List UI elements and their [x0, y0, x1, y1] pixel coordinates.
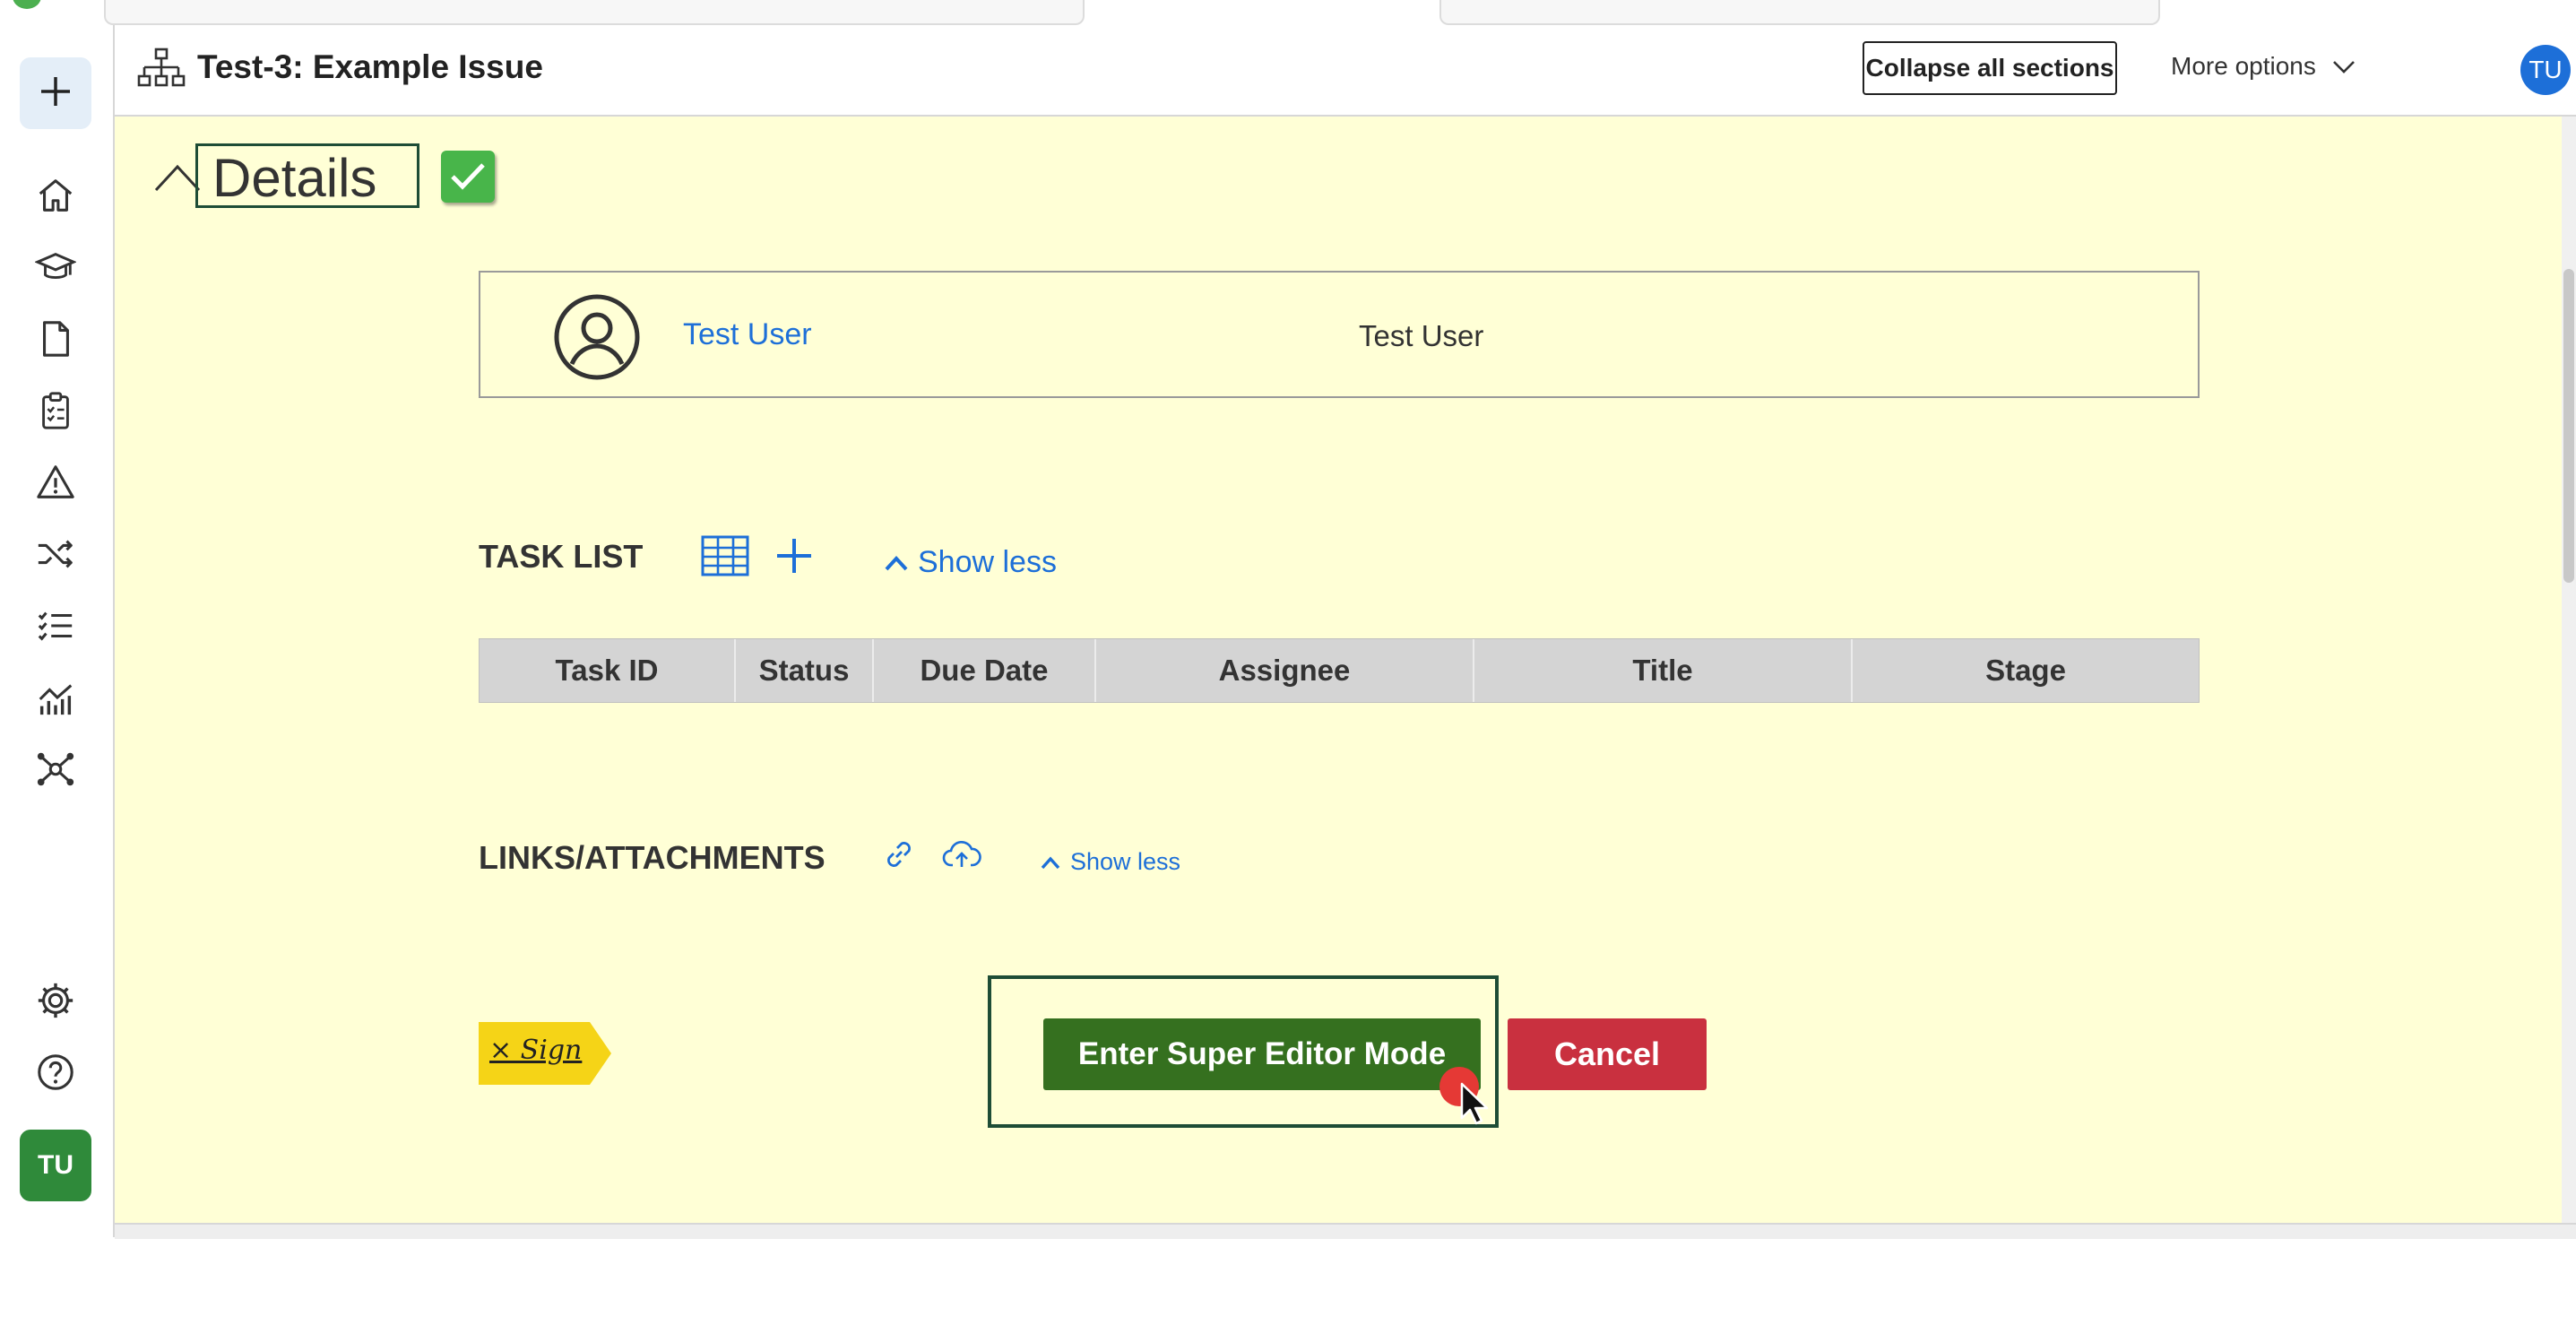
status-dot [13, 0, 41, 9]
links-show-less[interactable]: Show less [1040, 848, 1180, 876]
warning-icon[interactable] [32, 459, 79, 506]
column-header[interactable]: Due Date [874, 639, 1096, 702]
left-rail: TU [0, 0, 115, 1237]
task-list-title: TASK LIST [479, 538, 644, 575]
hierarchy-icon [136, 47, 186, 93]
user-card: Test User Test User [479, 271, 2200, 398]
issue-main-panel: Details Test User Test User TASK LIST Sh… [115, 117, 2562, 1223]
chevron-up-icon [1041, 855, 1060, 869]
column-header[interactable]: Stage [1853, 639, 2199, 702]
column-header[interactable]: Assignee [1096, 639, 1474, 702]
checkmark-icon[interactable] [441, 151, 495, 203]
show-less-label: Show less [918, 545, 1057, 579]
browser-tab-strip [104, 0, 2576, 25]
add-button[interactable] [20, 57, 91, 129]
help-icon[interactable] [32, 1049, 79, 1096]
table-grid-icon[interactable] [701, 534, 749, 577]
sign-label: × Sign [489, 1035, 583, 1066]
column-header[interactable]: Title [1474, 639, 1853, 702]
enter-super-editor-button[interactable]: Enter Super Editor Mode [1043, 1018, 1481, 1090]
show-less-label: Show less [1070, 848, 1181, 875]
analytics-chart-icon[interactable] [32, 674, 79, 721]
home-icon[interactable] [32, 172, 79, 219]
gear-icon[interactable] [32, 977, 79, 1024]
document-icon[interactable] [32, 316, 79, 362]
mouse-cursor-icon [1460, 1082, 1489, 1125]
tab-ghost [1439, 0, 2160, 25]
header-user-avatar[interactable]: TU [2520, 45, 2571, 95]
cloud-upload-icon[interactable] [941, 836, 982, 873]
collapse-all-button[interactable]: Collapse all sections [1863, 41, 2117, 95]
more-options-dropdown[interactable]: More options [2171, 52, 2356, 81]
link-icon[interactable] [880, 836, 918, 873]
user-name: Test User [1359, 319, 1484, 352]
tab-ghost [104, 0, 1085, 25]
chevron-down-icon [2332, 52, 2356, 81]
details-section-title: Details [195, 143, 419, 208]
checklist-icon[interactable] [32, 602, 79, 649]
issue-header: Test-3: Example Issue Collapse all secti… [115, 25, 2576, 117]
task-list-show-less[interactable]: Show less [884, 545, 1057, 580]
scrollbar-thumb[interactable] [2563, 269, 2574, 583]
user-circle-icon [552, 292, 642, 382]
bottom-edge [115, 1223, 2576, 1239]
cancel-button[interactable]: Cancel [1508, 1018, 1707, 1090]
user-link[interactable]: Test User [683, 317, 812, 352]
shuffle-icon[interactable] [32, 531, 79, 577]
add-task-icon[interactable] [773, 534, 816, 577]
chevron-up-icon [885, 555, 908, 570]
clipboard-checklist-icon[interactable] [32, 387, 79, 434]
page-title: Test-3: Example Issue [197, 48, 543, 85]
network-hub-icon[interactable] [32, 746, 79, 793]
user-avatar[interactable]: TU [20, 1130, 91, 1201]
more-options-label: More options [2171, 52, 2316, 80]
column-header[interactable]: Task ID [480, 639, 736, 702]
plus-icon [38, 74, 73, 114]
column-header[interactable]: Status [736, 639, 874, 702]
graduation-cap-icon[interactable] [32, 244, 79, 290]
task-table-header: Task ID Status Due Date Assignee Title S… [479, 638, 2200, 703]
links-attachments-title: LINKS/ATTACHMENTS [479, 839, 826, 876]
